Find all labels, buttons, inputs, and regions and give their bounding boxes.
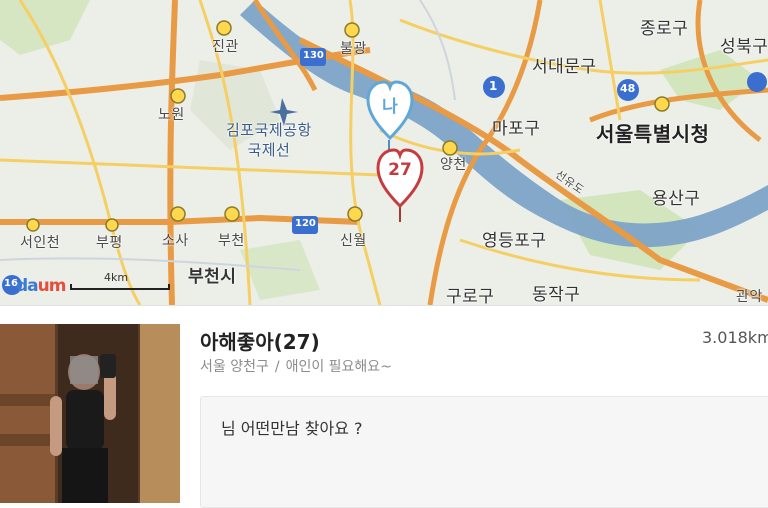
my-location-pin-label: 나 [382, 97, 398, 117]
map-label-bucheon: 부천 [218, 233, 245, 249]
profile-tagline: 애인이 필요해요~ [285, 359, 392, 375]
route-badge-130: 130 [303, 50, 324, 61]
map-label-nowon: 노원 [158, 107, 185, 123]
map-label-bucheon-si: 부천시 [188, 267, 237, 287]
map-scale-line [70, 284, 170, 290]
map-label-yongsan: 용산구 [652, 189, 701, 209]
profile-meta-separator: / [274, 359, 280, 375]
route-badge-48: 48 [620, 82, 636, 95]
map-label-sosa: 소사 [162, 233, 189, 249]
map-label-mapo: 마포구 [492, 119, 541, 139]
route-badge-120: 120 [295, 218, 316, 229]
profile-photo-image [0, 324, 180, 503]
message-box[interactable]: 님 어떤만남 찾아요 ? [200, 396, 768, 508]
map-label-gimpo-airport-name: 김포국제공항 [226, 121, 312, 139]
profile-location: 서울 양천구 [200, 359, 269, 375]
map-label-guro: 구로구 [446, 287, 495, 305]
my-location-pin[interactable]: 나 [366, 78, 414, 144]
profile-name[interactable]: 아해좋아(27) [200, 326, 320, 355]
map-label-eunpyeong: 불광 [340, 41, 367, 57]
profile-meta: 서울 양천구 / 애인이 필요해요~ [200, 356, 392, 376]
app-root: 1 48 130 120 16 진관 불광 노원 서대문구 종로구 성북구 마포… [0, 0, 768, 508]
map-label-jingwan: 진관 [212, 39, 239, 55]
message-text: 님 어떤만남 찾아요 ? [221, 419, 363, 438]
map-label-dongjak: 동작구 [532, 285, 581, 305]
map-label-gimpo-airport-terminal: 국제선 [247, 141, 291, 159]
map-scale-label: 4km [104, 271, 129, 284]
map-label-city-hall: 서울특별시청 [596, 122, 710, 146]
map-label-yeongdeungpo: 영등포구 [482, 231, 547, 251]
map-label-bupyeong: 부평 [96, 235, 123, 251]
map-scale-bar: 4km [70, 271, 170, 294]
map-label-seodaemun: 서대문구 [532, 57, 597, 77]
map-label-sinwol: 신월 [340, 233, 367, 249]
route-badge-1: 1 [489, 79, 498, 93]
map-label-gwanak: 관악 [736, 289, 763, 305]
profile-location-pin-label: 27 [388, 160, 412, 180]
profile-distance: 3.018km [702, 328, 768, 347]
profile-location-pin[interactable]: 27 [376, 146, 424, 212]
profile-card[interactable]: 아해좋아(27) 3.018km 서울 양천구 / 애인이 필요해요~ 님 어떤만남… [0, 305, 768, 508]
daum-logo-text: daum [16, 276, 66, 296]
map-label-jongno: 종로구 [640, 19, 689, 39]
map-label-seongbuk: 성북구 [720, 37, 768, 57]
profile-photo[interactable] [0, 324, 180, 503]
map-view[interactable]: 1 48 130 120 16 진관 불광 노원 서대문구 종로구 성북구 마포… [0, 0, 768, 305]
map-label-seoinchon: 서인천 [20, 235, 61, 251]
map-label-yangcheon: 양천 [440, 157, 467, 173]
map-label-gimpo-airport: 김포국제공항 국제선 [226, 120, 312, 160]
daum-map-logo: daum [16, 276, 66, 296]
